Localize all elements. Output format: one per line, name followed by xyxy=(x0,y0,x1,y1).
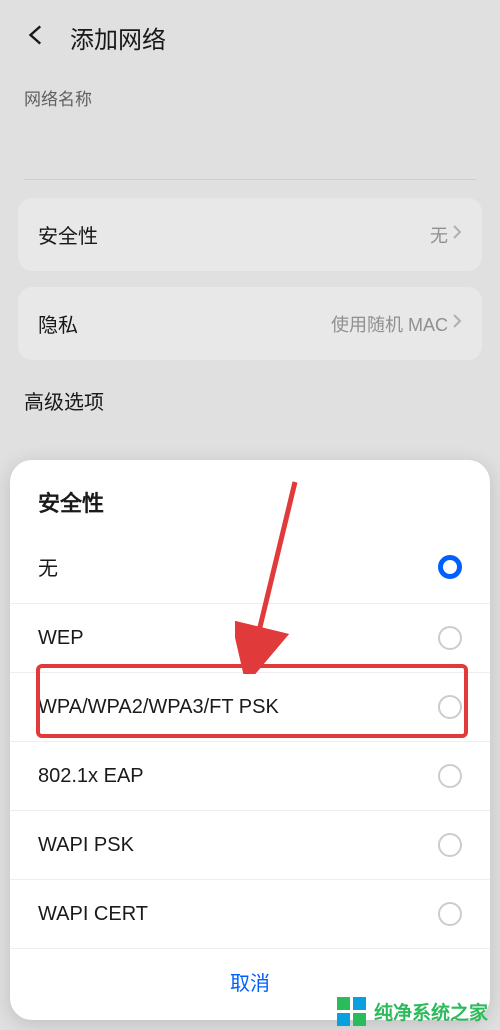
option-label: WEP xyxy=(38,627,84,650)
option-wpa-psk[interactable]: WPA/WPA2/WPA3/FT PSK xyxy=(10,673,490,742)
logo-squares-icon xyxy=(337,997,366,1026)
security-sheet: 安全性 无 WEP WPA/WPA2/WPA3/FT PSK 802.1x EA… xyxy=(10,460,490,1020)
radio-icon xyxy=(438,902,462,926)
option-label: 802.1x EAP xyxy=(38,765,144,788)
option-label: WAPI CERT xyxy=(38,903,148,926)
radio-icon xyxy=(438,626,462,650)
option-none[interactable]: 无 xyxy=(10,530,490,604)
option-wep[interactable]: WEP xyxy=(10,604,490,673)
option-label: WAPI PSK xyxy=(38,834,134,857)
radio-icon xyxy=(438,833,462,857)
option-wapi-psk[interactable]: WAPI PSK xyxy=(10,811,490,880)
radio-selected-icon xyxy=(438,555,462,579)
radio-icon xyxy=(438,695,462,719)
watermark-logo: 纯净系统之家 xyxy=(337,997,488,1026)
option-8021x-eap[interactable]: 802.1x EAP xyxy=(10,742,490,811)
option-wapi-cert[interactable]: WAPI CERT xyxy=(10,880,490,949)
radio-icon xyxy=(438,764,462,788)
option-label: 无 xyxy=(38,552,58,581)
watermark-text: 纯净系统之家 xyxy=(374,998,488,1025)
option-label: WPA/WPA2/WPA3/FT PSK xyxy=(38,696,279,719)
sheet-title: 安全性 xyxy=(10,486,490,530)
